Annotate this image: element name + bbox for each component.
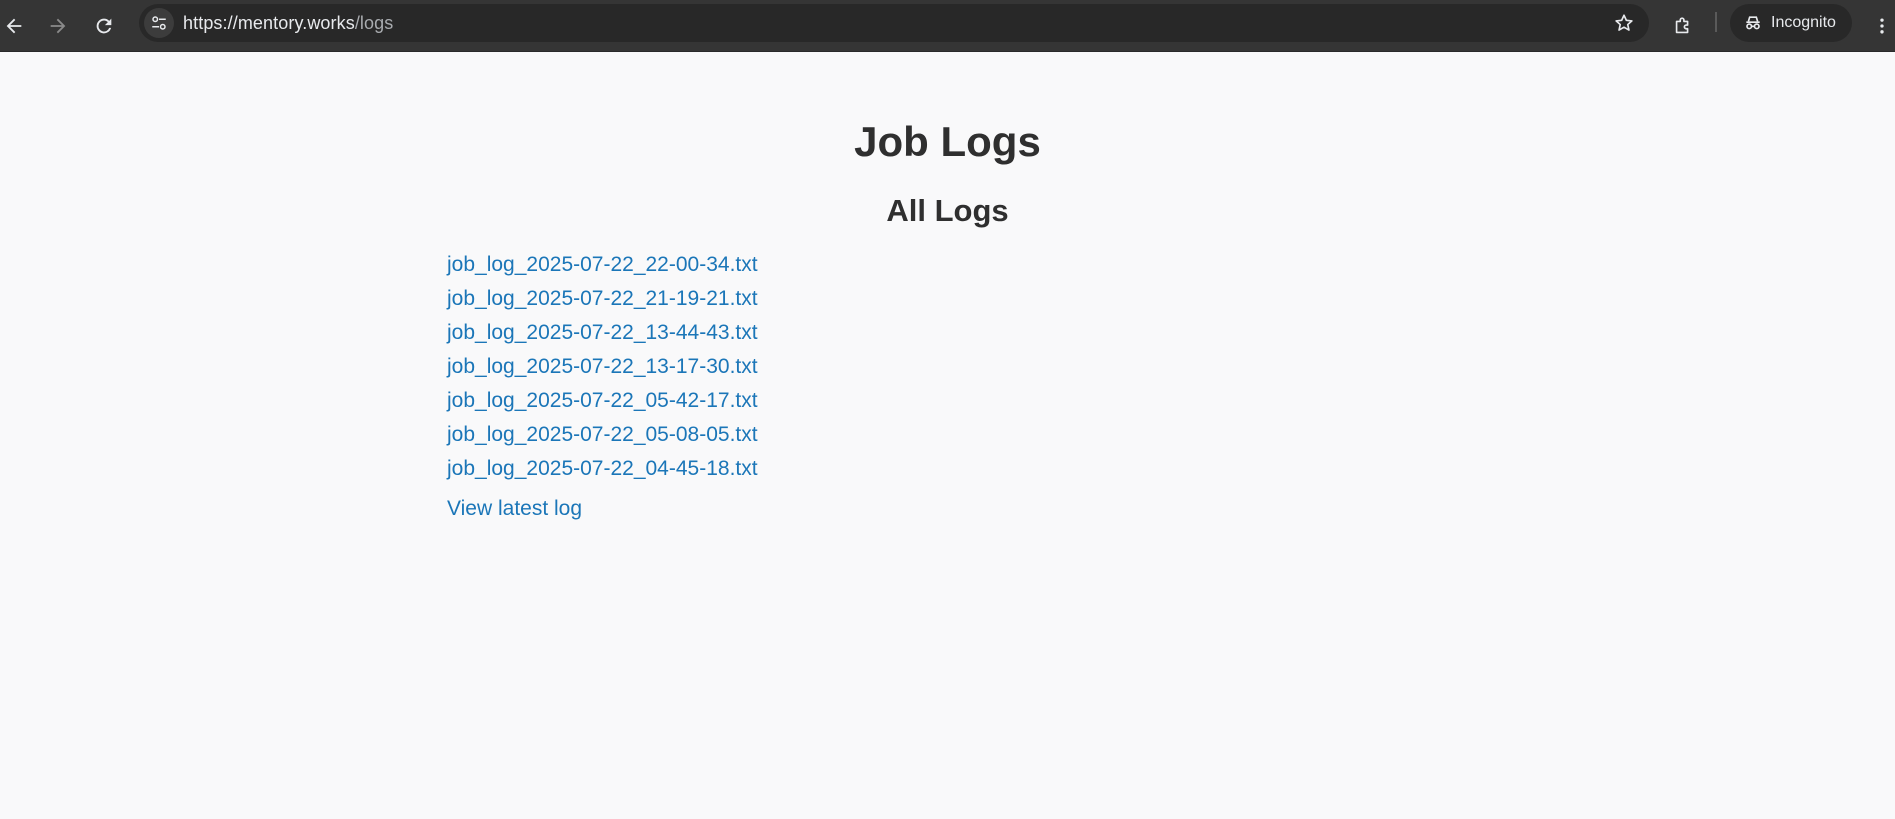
url-text[interactable]: https://mentory.works/logs bbox=[183, 13, 393, 34]
log-file-link[interactable]: job_log_2025-07-22_04-45-18.txt bbox=[447, 457, 758, 480]
list-item: job_log_2025-07-22_05-42-17.txt bbox=[447, 386, 758, 420]
log-file-link[interactable]: job_log_2025-07-22_13-17-30.txt bbox=[447, 355, 758, 378]
reload-button[interactable] bbox=[84, 6, 124, 46]
toolbar-divider bbox=[1715, 12, 1717, 32]
browser-menu-button[interactable] bbox=[1867, 6, 1895, 46]
tune-icon bbox=[152, 16, 166, 30]
arrow-left-icon bbox=[6, 18, 22, 34]
url-host: https://mentory.works bbox=[183, 13, 355, 33]
log-list: job_log_2025-07-22_22-00-34.txt job_log_2… bbox=[447, 250, 758, 488]
section-title: All Logs bbox=[886, 193, 1009, 228]
forward-button[interactable] bbox=[38, 6, 78, 46]
puzzle-icon bbox=[1675, 17, 1689, 34]
list-item: job_log_2025-07-22_13-17-30.txt bbox=[447, 352, 758, 386]
browser-toolbar: https://mentory.works/logs Incognito bbox=[0, 0, 1895, 52]
url-path: /logs bbox=[354, 13, 394, 33]
address-bar[interactable]: https://mentory.works/logs bbox=[139, 4, 1649, 42]
log-file-link[interactable]: job_log_2025-07-22_21-19-21.txt bbox=[447, 287, 758, 310]
arrow-right-icon bbox=[50, 18, 66, 34]
back-button[interactable] bbox=[0, 6, 34, 46]
incognito-profile-button[interactable]: Incognito bbox=[1730, 4, 1852, 42]
page-title: Job Logs bbox=[854, 118, 1041, 165]
site-info-button[interactable] bbox=[144, 8, 174, 38]
list-item: job_log_2025-07-22_04-45-18.txt bbox=[447, 454, 758, 488]
list-item: job_log_2025-07-22_13-44-43.txt bbox=[447, 318, 758, 352]
log-file-link[interactable]: job_log_2025-07-22_05-08-05.txt bbox=[447, 423, 758, 446]
log-file-link[interactable]: job_log_2025-07-22_05-42-17.txt bbox=[447, 389, 758, 412]
bookmark-star-icon[interactable] bbox=[1613, 12, 1635, 34]
more-vert-icon bbox=[1880, 18, 1884, 34]
list-item: job_log_2025-07-22_05-08-05.txt bbox=[447, 420, 758, 454]
view-latest-log-link[interactable]: View latest log bbox=[447, 494, 582, 524]
log-file-link[interactable]: job_log_2025-07-22_22-00-34.txt bbox=[447, 253, 758, 276]
extensions-button[interactable] bbox=[1663, 6, 1703, 46]
incognito-icon bbox=[1746, 16, 1760, 30]
incognito-label: Incognito bbox=[1771, 14, 1836, 31]
list-item: job_log_2025-07-22_21-19-21.txt bbox=[447, 284, 758, 318]
reload-icon bbox=[96, 18, 112, 34]
list-item: job_log_2025-07-22_22-00-34.txt bbox=[447, 250, 758, 284]
page-content: Job Logs All Logs job_log_2025-07-22_22-… bbox=[0, 52, 1895, 819]
log-file-link[interactable]: job_log_2025-07-22_13-44-43.txt bbox=[447, 321, 758, 344]
